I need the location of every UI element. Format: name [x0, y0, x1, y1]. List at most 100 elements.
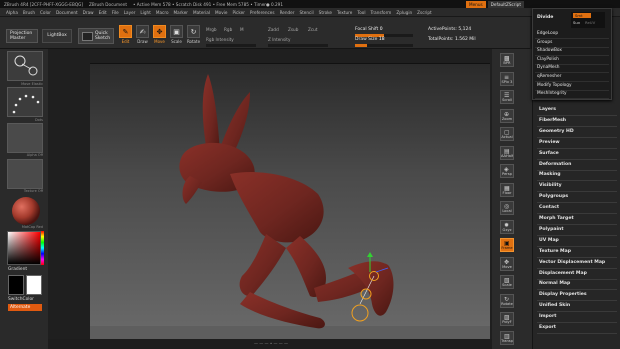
menu-marker[interactable]: Marker	[174, 10, 188, 15]
menu-render[interactable]: Render	[280, 10, 295, 15]
zcut-toggle[interactable]: Zcut	[308, 27, 317, 32]
menu-tool[interactable]: Tool	[357, 10, 365, 15]
palette-item-uv-map[interactable]: UV Map	[539, 238, 559, 243]
material-thumbnail[interactable]	[7, 195, 43, 225]
brush-thumbnail[interactable]	[7, 51, 43, 81]
quick-sketch-button[interactable]: Quick Sketch	[78, 28, 114, 44]
stroke-thumbnail[interactable]	[7, 87, 43, 117]
palette-item-deformation[interactable]: Deformation	[539, 162, 571, 167]
palette-item-contact[interactable]: Contact	[539, 205, 559, 210]
palette-item-surface[interactable]: Surface	[539, 151, 559, 156]
view-button-bpr[interactable]: ▩ BPR	[500, 53, 514, 67]
mrgb-toggle[interactable]: Mrgb	[206, 27, 217, 32]
palette-item-morph-target[interactable]: Morph Target	[539, 216, 574, 221]
menu-movie[interactable]: Movie	[215, 10, 227, 15]
palette-item-import[interactable]: Import	[539, 314, 556, 319]
palette-item-texture-map[interactable]: Texture Map	[539, 249, 571, 254]
menu-file[interactable]: File	[112, 10, 119, 15]
popup-item-shadowbox[interactable]: ShadowBox	[537, 48, 562, 53]
view-button-local[interactable]: ◎ Local	[500, 201, 514, 215]
view-button-scale[interactable]: ▧ Scale	[500, 275, 514, 289]
draw-tool[interactable]: ✍ Draw	[135, 25, 150, 47]
default-zscript-button[interactable]: DefaultZScript	[487, 0, 524, 8]
projection-master-button[interactable]: Projection Master	[6, 29, 38, 43]
palette-item-display-properties[interactable]: Display Properties	[539, 292, 587, 297]
view-button-move[interactable]: ✥ Move	[500, 256, 514, 271]
menu-draw[interactable]: Draw	[83, 10, 94, 15]
lightbox-button[interactable]: LightBox	[42, 29, 72, 43]
gradient-label[interactable]: Gradient	[8, 267, 27, 272]
palette-item-export[interactable]: Export	[539, 325, 556, 330]
menu-zplugin[interactable]: Zplugin	[396, 10, 412, 15]
suv-toggle[interactable]: Suv	[573, 20, 580, 25]
palette-item-preview[interactable]: Preview	[539, 140, 560, 145]
zsub-toggle[interactable]: Zsub	[288, 27, 298, 32]
view-button-aahalf[interactable]: ▤ AAHalf	[500, 145, 514, 160]
palette-item-normal-map[interactable]: Normal Map	[539, 281, 570, 286]
view-button-scroll[interactable]: ☰ Scroll	[500, 90, 514, 104]
popup-item-groups[interactable]: Groups	[537, 40, 552, 45]
palette-item-layers[interactable]: Layers	[539, 107, 556, 112]
smt-toggle[interactable]: Smt	[573, 13, 591, 18]
move-tool[interactable]: ✥ Move	[152, 25, 167, 47]
menu-alpha[interactable]: Alpha	[6, 10, 18, 15]
color-picker[interactable]	[7, 231, 41, 265]
alpha-thumbnail[interactable]	[7, 123, 43, 153]
view-button-gxyz[interactable]: ✹ Gxyz	[500, 219, 514, 234]
view-button-spix-3[interactable]: ≡ SPix 3	[500, 71, 514, 86]
view-button-floor[interactable]: ▦ Floor	[500, 182, 514, 197]
view-button-polyf[interactable]: ▨ PolyF	[500, 312, 514, 326]
m-toggle[interactable]: M	[240, 27, 244, 32]
menus-button[interactable]: Menus	[465, 0, 486, 8]
palette-item-polypaint[interactable]: Polypaint	[539, 227, 564, 232]
edit-tool[interactable]: ✎ Edit	[118, 25, 133, 47]
rgb-intensity-slider[interactable]	[206, 44, 256, 47]
palette-item-unified-skin[interactable]: Unified Skin	[539, 303, 570, 308]
popup-item-edgeloop[interactable]: EdgeLoop	[537, 31, 558, 36]
menu-document[interactable]: Document	[56, 10, 78, 15]
menu-brush[interactable]: Brush	[23, 10, 35, 15]
palette-item-geometry-hd[interactable]: Geometry HD	[539, 129, 574, 134]
menu-stencil[interactable]: Stencil	[299, 10, 313, 15]
texture-thumbnail[interactable]	[7, 159, 43, 189]
scale-tool[interactable]: ▣ Scale	[169, 25, 184, 47]
menu-material[interactable]: Material	[193, 10, 210, 15]
view-button-actual[interactable]: ▢ Actual	[500, 127, 514, 141]
palette-item-fibermesh[interactable]: FiberMesh	[539, 118, 566, 123]
menu-zscript[interactable]: Zscript	[417, 10, 432, 15]
popup-item-meshintegrity[interactable]: MeshIntegrity	[537, 91, 567, 96]
draw-size-control[interactable]: Draw Size 18	[355, 37, 385, 42]
rotate-tool[interactable]: ↻ Rotate	[186, 25, 201, 47]
popup-item-qremesher[interactable]: qRemesher	[537, 74, 561, 79]
palette-item-vector-displacement-map[interactable]: Vector Displacement Map	[539, 260, 605, 265]
menu-transform[interactable]: Transform	[370, 10, 391, 15]
palette-item-polygroups[interactable]: Polygroups	[539, 194, 568, 199]
reuv-button[interactable]: ReUV	[585, 20, 595, 25]
menu-color[interactable]: Color	[40, 10, 51, 15]
rgb-toggle[interactable]: Rgb	[224, 27, 232, 32]
divide-button[interactable]: Divide	[537, 15, 553, 20]
hue-strip[interactable]	[41, 231, 44, 265]
main-color-swatch[interactable]	[8, 275, 24, 295]
focal-shift-control[interactable]: Focal Shift 0	[355, 27, 383, 32]
palette-item-visibility[interactable]: Visibility	[539, 183, 562, 188]
palette-item-masking[interactable]: Masking	[539, 172, 561, 177]
secondary-color-swatch[interactable]	[26, 275, 42, 295]
view-button-zoom[interactable]: ⊕ Zoom	[500, 108, 514, 123]
menu-stroke[interactable]: Stroke	[319, 10, 332, 15]
alternate-button[interactable]: Alternate	[8, 304, 42, 311]
menu-light[interactable]: Light	[140, 10, 150, 15]
popup-item-claypolish[interactable]: ClayPolish	[537, 57, 559, 62]
z-intensity-slider[interactable]	[268, 44, 328, 47]
canvas-viewport[interactable]	[90, 63, 490, 339]
draw-size-slider[interactable]	[355, 44, 413, 47]
switch-color-label[interactable]: SwitchColor	[8, 297, 34, 302]
menu-layer[interactable]: Layer	[124, 10, 136, 15]
menu-preferences[interactable]: Preferences	[250, 10, 275, 15]
popup-item-dynamesh[interactable]: DynaMesh	[537, 65, 560, 70]
menu-picker[interactable]: Picker	[232, 10, 244, 15]
popup-item-modify-topology[interactable]: Modify Topology	[537, 83, 572, 88]
menu-macro[interactable]: Macro	[156, 10, 169, 15]
menu-edit[interactable]: Edit	[99, 10, 107, 15]
view-button-persp[interactable]: ◈ Persp	[500, 164, 514, 178]
